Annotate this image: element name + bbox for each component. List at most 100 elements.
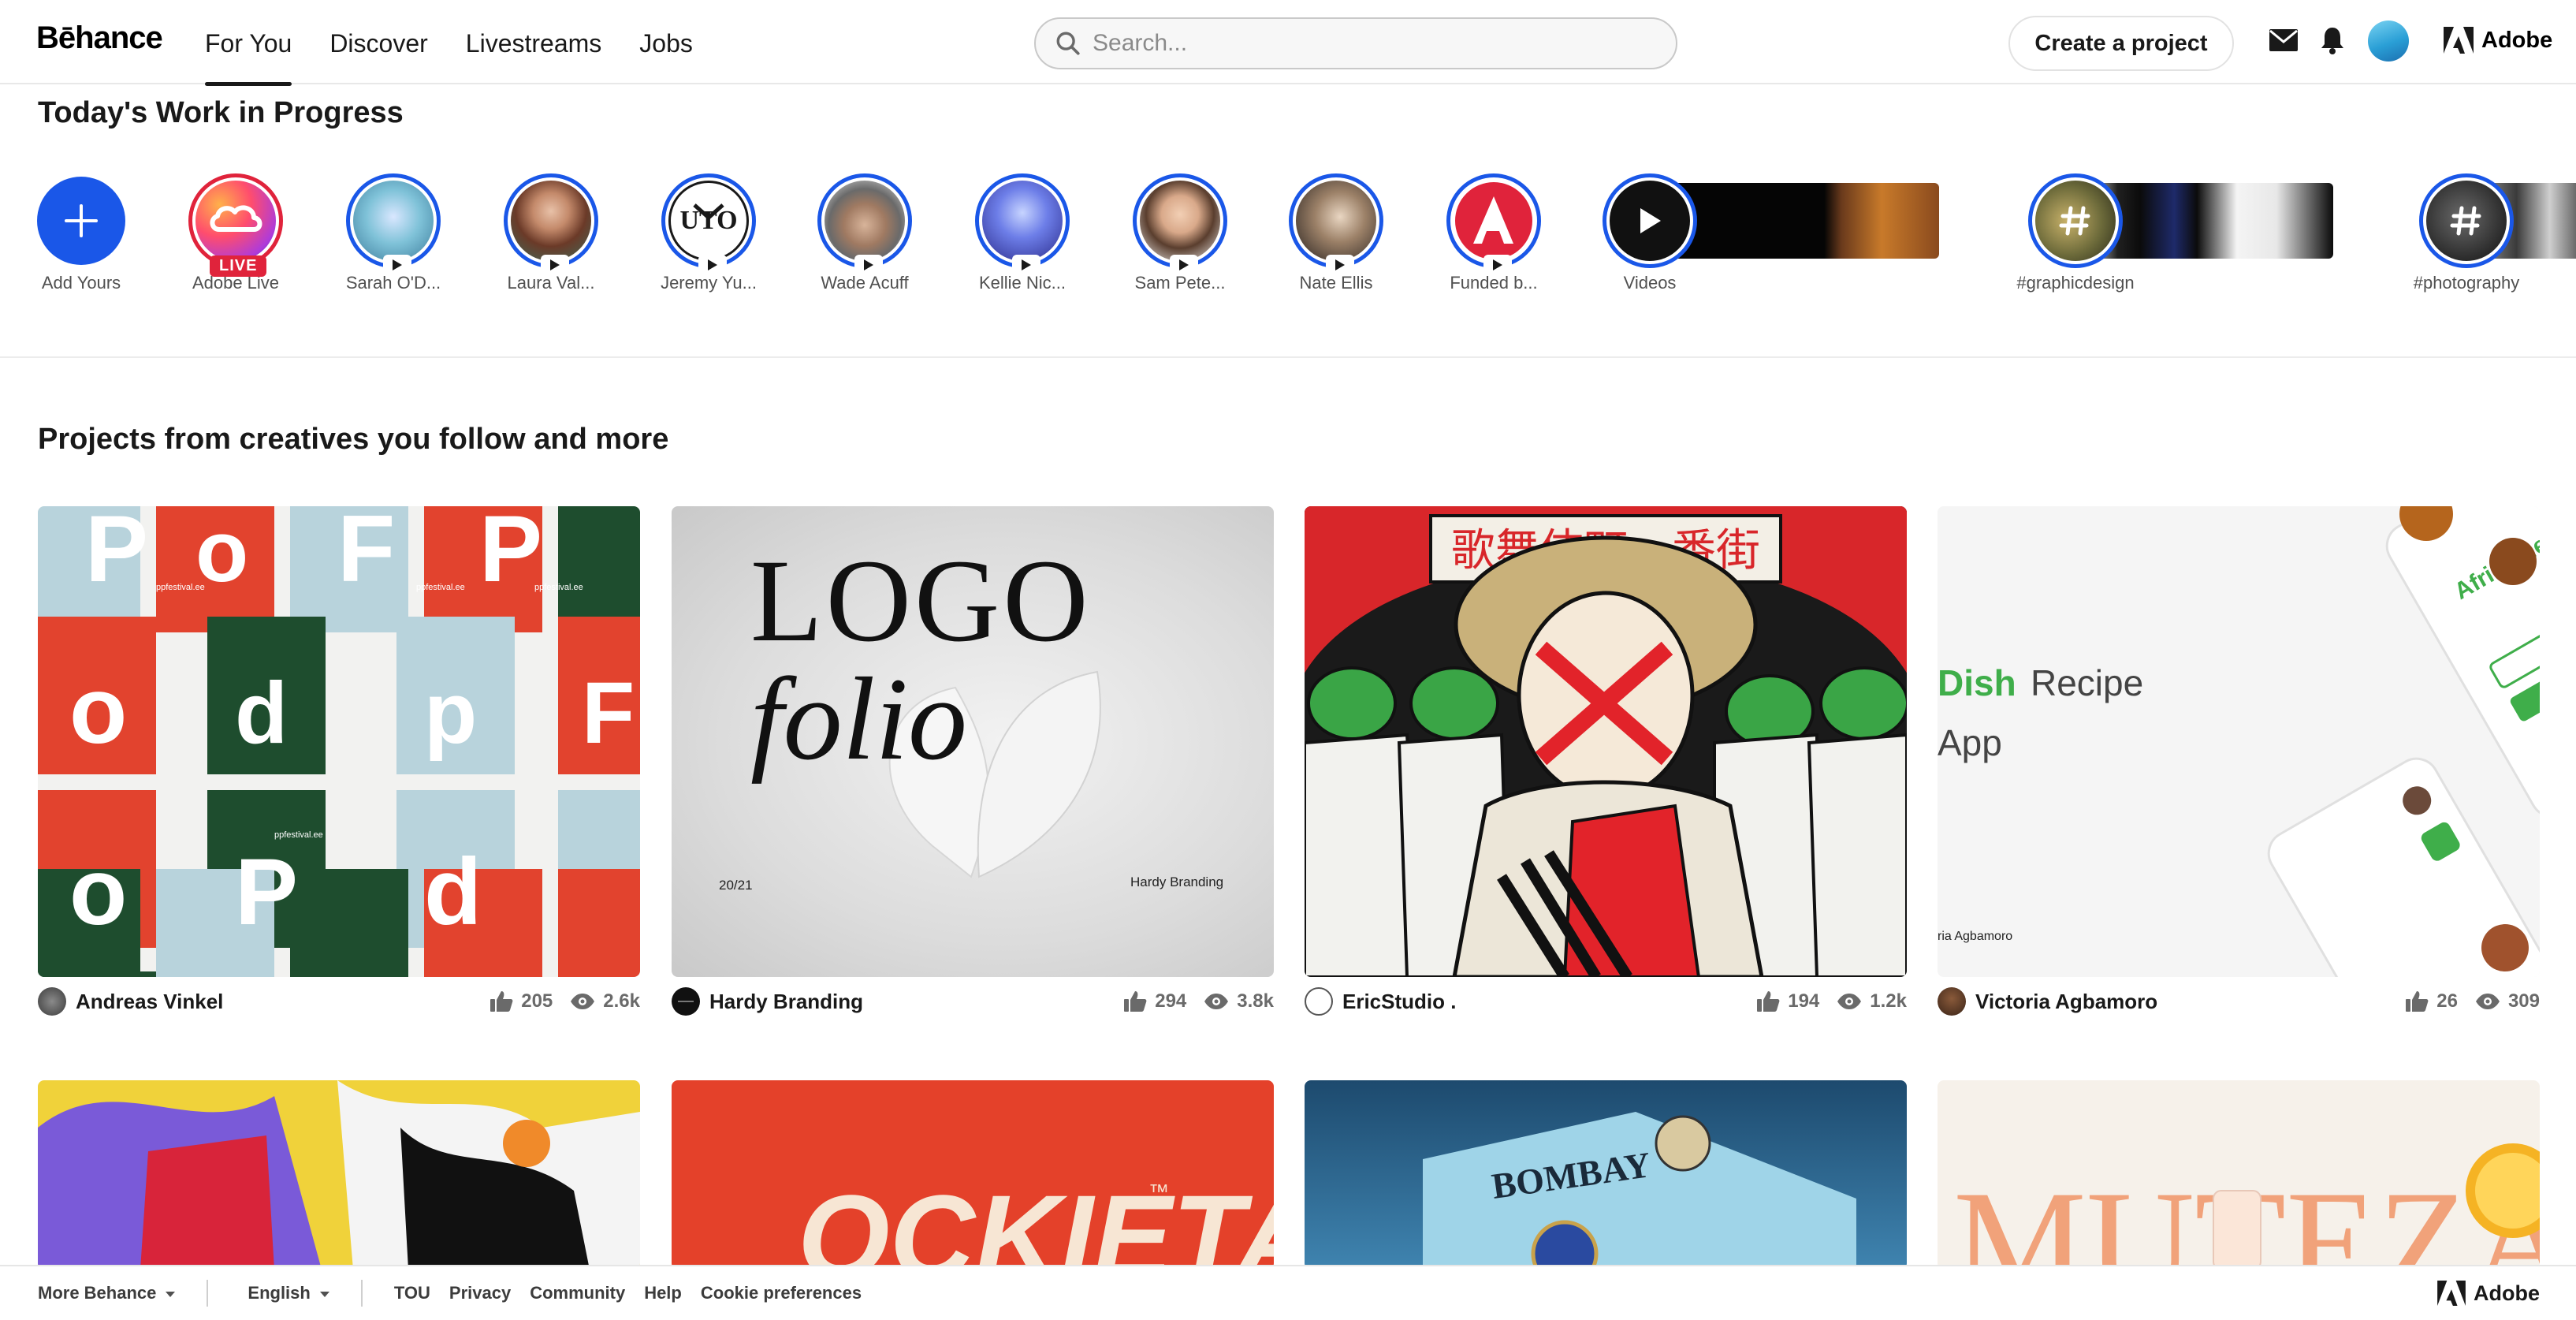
thumbs-up-icon: [1757, 991, 1780, 1012]
project-thumbnail[interactable]: 歌舞伎町一番街: [1305, 506, 1907, 977]
story-avatar: UTO: [668, 181, 749, 261]
like-count: 205: [490, 990, 553, 1012]
wip-tag-photography[interactable]: #photography: [2392, 173, 2541, 293]
footer-link-community[interactable]: Community: [530, 1283, 625, 1303]
logofolio-artwork: LOGO folio 20/21 Hardy Branding: [719, 535, 1223, 893]
search-bar[interactable]: [1034, 17, 1677, 69]
owner-name[interactable]: EricStudio .: [1342, 990, 1739, 1014]
mural-artwork: [38, 1080, 640, 1270]
wip-label: Funded b...: [1450, 273, 1538, 293]
footer-link-help[interactable]: Help: [644, 1283, 682, 1303]
project-thumbnail[interactable]: LOGO folio 20/21 Hardy Branding: [672, 506, 1274, 977]
project-card[interactable]: 歌舞伎町一番街 EricStudio . 194 1.2k: [1305, 506, 1907, 1021]
wip-label: Jeremy Yu...: [661, 273, 757, 293]
project-thumbnail[interactable]: MUTEZA: [1938, 1080, 2540, 1270]
wip-story[interactable]: Sam Pete...: [1105, 173, 1255, 293]
brand-wordmark-artwork: OCKIETA ™: [798, 1170, 1274, 1270]
project-thumbnail[interactable]: P o F P o d p F o P d ppfestival.ee ppfe…: [38, 506, 640, 977]
more-behance-dropdown[interactable]: More Behance: [38, 1283, 176, 1303]
project-meta: Hardy Branding 294 3.8k: [672, 982, 1274, 1021]
logofolio-subtitle: folio: [750, 654, 967, 785]
footer-link-cookie-preferences[interactable]: Cookie preferences: [701, 1283, 862, 1303]
wip-tag-graphicdesign[interactable]: #graphicdesign: [2001, 173, 2150, 293]
wip-story[interactable]: Nate Ellis: [1261, 173, 1411, 293]
wip-label: Add Yours: [41, 273, 121, 293]
eye-icon: [1204, 994, 1229, 1009]
play-icon: [1640, 208, 1661, 233]
wip-story[interactable]: UTO Jeremy Yu...: [634, 173, 784, 293]
thumbs-up-icon: [1124, 991, 1147, 1012]
owner-name[interactable]: Andreas Vinkel: [76, 990, 472, 1014]
live-badge: LIVE: [210, 255, 267, 277]
poster-url-text: ppfestival.ee: [534, 583, 583, 592]
view-count: 309: [2475, 990, 2540, 1012]
project-thumbnail[interactable]: [38, 1080, 640, 1270]
adobe-label: Adobe: [2481, 27, 2553, 53]
user-avatar[interactable]: [2368, 21, 2409, 62]
owner-avatar[interactable]: [38, 987, 66, 1016]
play-icon: [383, 255, 411, 275]
project-thumbnail[interactable]: Dish Recipe App ria Agbamoro Afridishes: [1938, 506, 2540, 977]
skincare-artwork: MUTEZA: [1953, 1143, 2540, 1270]
wip-label: Kellie Nic...: [978, 273, 1067, 293]
svg-text:d: d: [235, 665, 288, 762]
wip-story[interactable]: Kellie Nic...: [947, 173, 1097, 293]
behance-logo[interactable]: Bēhance: [36, 21, 163, 56]
project-card[interactable]: Dish Recipe App ria Agbamoro Afridishes …: [1938, 506, 2540, 1021]
owner-name[interactable]: Hardy Branding: [709, 990, 1106, 1014]
section-divider: [0, 356, 2576, 358]
mail-icon[interactable]: [2269, 28, 2299, 52]
wip-story[interactable]: Laura Val...: [476, 173, 626, 293]
project-thumbnail[interactable]: BOMBAY: [1305, 1080, 1907, 1270]
owner-avatar[interactable]: [1938, 987, 1966, 1016]
footer-adobe-link[interactable]: Adobe: [2437, 1281, 2540, 1306]
footer-divider: [360, 1280, 363, 1307]
project-meta: Andreas Vinkel 205 2.6k: [38, 982, 640, 1021]
caret-down-icon: [166, 1291, 176, 1297]
add-story-button[interactable]: [37, 177, 125, 265]
svg-text:d: d: [424, 839, 482, 945]
language-dropdown[interactable]: English: [248, 1283, 329, 1303]
wip-story[interactable]: Wade Acuff: [790, 173, 940, 293]
story-ring: [2028, 173, 2123, 268]
adobe-label: Adobe: [2474, 1281, 2540, 1305]
wip-add-yours[interactable]: Add Yours: [6, 173, 156, 293]
story-ring: [1603, 173, 1697, 268]
story-avatar: [511, 181, 591, 261]
eye-icon: [1837, 994, 1862, 1009]
footer-link-tou[interactable]: TOU: [394, 1283, 430, 1303]
hashtag-icon: [2450, 206, 2481, 236]
project-card[interactable]: P o F P o d p F o P d ppfestival.ee ppfe…: [38, 506, 640, 1021]
poster-url-text: ppfestival.ee: [274, 830, 323, 840]
owner-avatar[interactable]: [1305, 987, 1333, 1016]
creative-cloud-avatar: [195, 181, 276, 261]
adobe-link[interactable]: Adobe: [2444, 27, 2552, 54]
notification-bell-icon[interactable]: [2321, 25, 2344, 55]
recipe-title-word2: App: [1938, 722, 2002, 763]
wip-story[interactable]: Sarah O'D...: [318, 173, 468, 293]
wip-videos[interactable]: Videos: [1575, 173, 1725, 293]
wip-story[interactable]: Funded b...: [1419, 173, 1569, 293]
nav-discover[interactable]: Discover: [329, 0, 427, 84]
create-project-button[interactable]: Create a project: [2008, 16, 2234, 71]
search-input[interactable]: [1093, 30, 1644, 57]
play-icon: [1483, 255, 1512, 275]
story-avatar: [982, 181, 1063, 261]
owner-name[interactable]: Victoria Agbamoro: [1975, 990, 2388, 1014]
view-count: 3.8k: [1204, 990, 1274, 1012]
owner-avatar[interactable]: [672, 987, 700, 1016]
recipe-credit: ria Agbamoro: [1938, 930, 2012, 943]
project-card[interactable]: LOGO folio 20/21 Hardy Branding Hardy Br…: [672, 506, 1274, 1021]
nav-livestreams[interactable]: Livestreams: [466, 0, 602, 84]
wip-label: Nate Ellis: [1299, 273, 1373, 293]
nav-jobs[interactable]: Jobs: [639, 0, 693, 84]
wip-story-adobe-live[interactable]: LIVE Adobe Live: [161, 173, 311, 293]
project-thumbnail[interactable]: OCKIETA ™: [672, 1080, 1274, 1270]
svg-text:P: P: [479, 506, 542, 602]
gin-box-artwork: BOMBAY: [1423, 1112, 1856, 1270]
poster-url-text: ppfestival.ee: [156, 583, 205, 592]
recipe-title-word: Recipe: [2031, 662, 2143, 703]
nav-for-you[interactable]: For You: [205, 0, 292, 86]
footer-link-privacy[interactable]: Privacy: [449, 1283, 511, 1303]
footer-divider: [207, 1280, 209, 1307]
